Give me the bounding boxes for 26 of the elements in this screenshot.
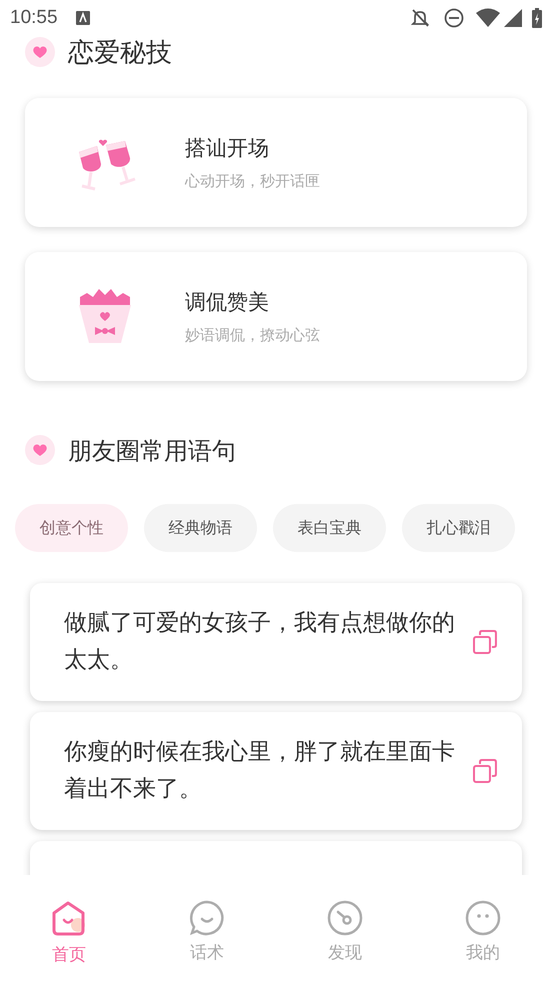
category-tab[interactable]: 表白宝典 (273, 504, 386, 552)
quote-text: 做腻了可爱的女孩子，我有点想做你的太太。 (64, 609, 456, 675)
card-subtitle: 妙语调侃，撩动心弦 (185, 325, 320, 346)
tip-card[interactable]: 搭讪开场 心动开场，秒开话匣 (25, 98, 527, 227)
status-time: 10:55 (10, 6, 58, 30)
copy-icon[interactable] (472, 758, 498, 784)
copy-icon[interactable] (472, 629, 498, 655)
do-not-disturb-icon (444, 8, 464, 28)
category-tab[interactable]: 创意个性 (15, 504, 128, 552)
face-icon (464, 899, 502, 937)
quote-text: 你瘦的时候在我心里，胖了就在里面卡着出不来了。 (64, 738, 456, 804)
section-title: 朋友圈常用语句 (68, 436, 236, 467)
wifi-icon (476, 8, 500, 28)
bell-off-icon (410, 8, 430, 28)
keyboard-icon (76, 11, 90, 25)
card-title: 调侃赞美 (185, 288, 270, 316)
section-title: 恋爱秘技 (68, 36, 172, 70)
tip-card[interactable]: 调侃赞美 妙语调侃，撩动心弦 (25, 252, 527, 381)
category-tab[interactable]: 经典物语 (144, 504, 257, 552)
compass-icon (326, 899, 364, 937)
signal-icon (504, 9, 522, 27)
card-subtitle: 心动开场，秒开话匣 (185, 171, 320, 192)
category-tab[interactable]: 扎心戳泪 (402, 504, 515, 552)
chat-smile-icon (188, 899, 226, 937)
card-title: 搭讪开场 (185, 134, 270, 162)
battery-icon (532, 8, 542, 28)
